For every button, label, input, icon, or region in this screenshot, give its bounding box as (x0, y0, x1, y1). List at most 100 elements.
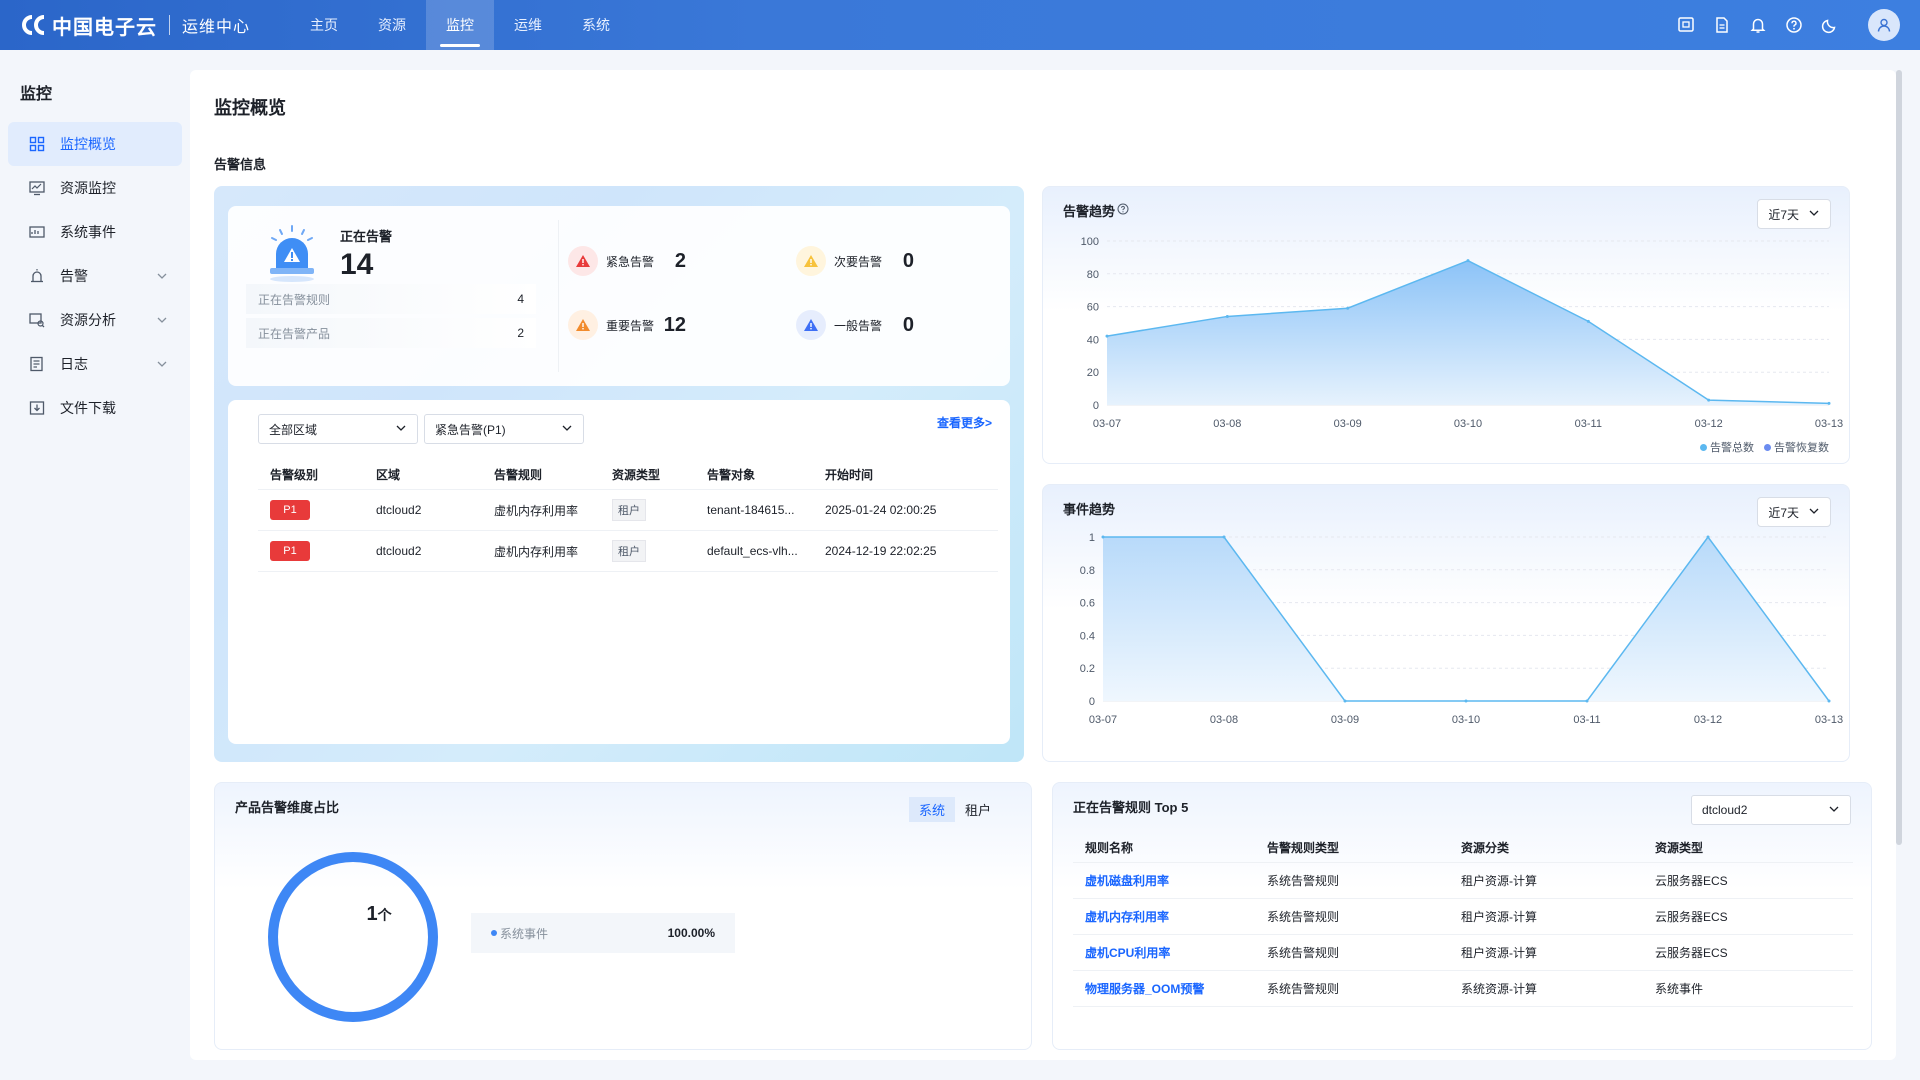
data-point (1346, 306, 1350, 310)
product-alert-ratio-card: 产品告警维度占比 系统 租户 1个 系统事件 100.00% (214, 782, 1032, 1050)
column-header: 资源类型 (1655, 841, 1704, 855)
log-icon (28, 355, 46, 373)
moon-icon[interactable] (1820, 15, 1840, 35)
severity-major-count: 12 (663, 314, 686, 336)
bell-icon[interactable] (1748, 15, 1768, 35)
main-content: 监控概览 告警信息 正在告警 14 正在告警规则 4 正在告警产品 2 紧急告警… (190, 70, 1896, 1060)
event-icon (28, 223, 46, 241)
sidebar-item-resource-monitoring[interactable]: 资源监控 (8, 166, 182, 210)
chevron-down-icon (395, 422, 407, 437)
severity-major[interactable]: 重要告警 (568, 310, 654, 340)
legend-item-recovered[interactable]: 告警恢复数 (1764, 439, 1829, 455)
firing-rules-row: 正在告警规则 4 (246, 284, 536, 314)
rule-name-link[interactable]: 物理服务器_OOM预警 (1085, 982, 1204, 996)
firing-rules-label: 正在告警规则 (258, 292, 331, 307)
sidebar-item-system-events[interactable]: 系统事件 (8, 210, 182, 254)
page-scrollbar[interactable] (1896, 70, 1902, 845)
brand-name: 中国电子云 (52, 16, 157, 39)
y-tick-label: 20 (1087, 367, 1099, 379)
tab-tenant[interactable]: 租户 (955, 797, 1001, 822)
region-select[interactable]: 全部区域 (258, 414, 418, 444)
nav-resources[interactable]: 资源 (358, 0, 426, 50)
sidebar-item-logs[interactable]: 日志 (8, 342, 182, 386)
sidebar-item-file-download[interactable]: 文件下载 (8, 386, 182, 430)
column-header: 资源类型 (612, 468, 661, 482)
monitor-icon (28, 179, 46, 197)
rule-name-link[interactable]: 虚机内存利用率 (1085, 910, 1169, 924)
event-trend-card: 事件趋势 近7天 1 0.8 0.6 0.4 0.2 0 03-07 03-08 03-09 03… (1042, 484, 1850, 762)
document-icon[interactable] (1712, 15, 1732, 35)
column-header: 告警对象 (707, 468, 756, 482)
alert-level-select[interactable]: 紧急告警(P1) (424, 414, 584, 444)
alert-level-select-value: 紧急告警(P1) (435, 422, 506, 437)
data-point (1101, 535, 1105, 539)
alarm-bell-icon (264, 224, 320, 284)
y-tick-label: 0.8 (1080, 565, 1095, 577)
alert-table: 告警级别 区域 告警规则 资源类型 告警对象 开始时间 P1 dtcloud2 … (258, 460, 998, 572)
cell-start-time: 2025-01-24 02:00:25 (825, 503, 937, 517)
cell-category: 系统资源-计算 (1461, 982, 1537, 996)
cell-resource-type: 系统事件 (1655, 982, 1704, 996)
nav-system[interactable]: 系统 (562, 0, 630, 50)
brand-divider (169, 15, 170, 35)
severity-critical[interactable]: 紧急告警 (568, 246, 654, 276)
nav-home[interactable]: 主页 (290, 0, 358, 50)
donut-legend-item[interactable]: 系统事件 100.00% (471, 913, 735, 953)
product-ratio-title: 产品告警维度占比 (235, 800, 340, 815)
sidebar: 监控 监控概览 资源监控 系统事件 告警 资源分析 日志 文件下载 (0, 50, 190, 1080)
data-point (1707, 398, 1711, 402)
severity-general[interactable]: 一般告警 (796, 310, 882, 340)
table-header: 告警级别 区域 告警规则 资源类型 告警对象 开始时间 (258, 460, 998, 490)
resource-type-tag: 租户 (612, 540, 646, 562)
y-tick-label: 100 (1081, 236, 1099, 248)
table-row[interactable]: P1 dtcloud2 虚机内存利用率 租户 default_ecs-vlh..… (258, 531, 998, 572)
alert-trend-legend: 告警总数 告警恢复数 (1700, 439, 1829, 455)
table-row[interactable]: P1 dtcloud2 虚机内存利用率 租户 tenant-184615... … (258, 490, 998, 531)
table-row: 虚机磁盘利用率 系统告警规则 租户资源-计算 云服务器ECS (1073, 863, 1853, 899)
tab-system[interactable]: 系统 (908, 797, 955, 822)
series-area (1103, 537, 1829, 701)
rule-name-link[interactable]: 虚机CPU利用率 (1085, 946, 1170, 960)
column-header: 告警级别 (270, 468, 319, 482)
view-more-link[interactable]: 查看更多> (937, 414, 992, 431)
screen-icon[interactable] (1676, 15, 1696, 35)
cell-rule-type: 系统告警规则 (1267, 982, 1340, 996)
warning-triangle-icon (568, 310, 598, 340)
column-header: 规则名称 (1085, 841, 1134, 855)
x-tick-label: 03-10 (1452, 714, 1480, 726)
sidebar-item-alarms[interactable]: 告警 (8, 254, 182, 298)
summary-divider (558, 220, 559, 372)
cell-resource-type: 云服务器ECS (1655, 946, 1728, 960)
brand-logo[interactable]: 中国电子云 运维中心 (0, 11, 250, 40)
severity-badge: P1 (270, 500, 310, 520)
chevron-down-icon (156, 313, 168, 329)
y-tick-label: 0 (1093, 400, 1099, 412)
firing-alerts-label: 正在告警 (340, 229, 393, 244)
sidebar-item-label: 资源分析 (60, 312, 116, 328)
top5-region-select[interactable]: dtcloud2 (1691, 795, 1851, 825)
data-point (1105, 334, 1109, 338)
data-point (1464, 699, 1468, 703)
donut-total-unit: 个 (377, 907, 392, 923)
severity-badge: P1 (270, 541, 310, 561)
rule-name-link[interactable]: 虚机磁盘利用率 (1085, 874, 1169, 888)
sidebar-item-overview[interactable]: 监控概览 (8, 122, 182, 166)
user-avatar-icon[interactable] (1868, 9, 1900, 41)
sidebar-item-label: 日志 (60, 356, 88, 372)
product-ratio-tabs: 系统 租户 (908, 797, 1001, 822)
cell-region: dtcloud2 (376, 544, 422, 558)
nav-operations[interactable]: 运维 (494, 0, 562, 50)
severity-minor[interactable]: 次要告警 (796, 246, 882, 276)
legend-percent: 100.00% (667, 926, 715, 940)
sidebar-item-resource-analysis[interactable]: 资源分析 (8, 298, 182, 342)
firing-products-label: 正在告警产品 (258, 326, 331, 341)
legend-dot (491, 930, 497, 936)
chevron-down-icon (561, 422, 573, 437)
sidebar-item-label: 监控概览 (60, 136, 116, 152)
nav-monitoring[interactable]: 监控 (426, 0, 495, 50)
legend-item-total[interactable]: 告警总数 (1700, 439, 1754, 455)
cell-category: 租户资源-计算 (1461, 946, 1537, 960)
alert-trend-card: 告警趋势 近7天 100 80 60 40 20 0 03-07 03-08 03-09 03-1… (1042, 186, 1850, 464)
warning-triangle-icon (568, 246, 598, 276)
help-icon[interactable] (1784, 15, 1804, 35)
